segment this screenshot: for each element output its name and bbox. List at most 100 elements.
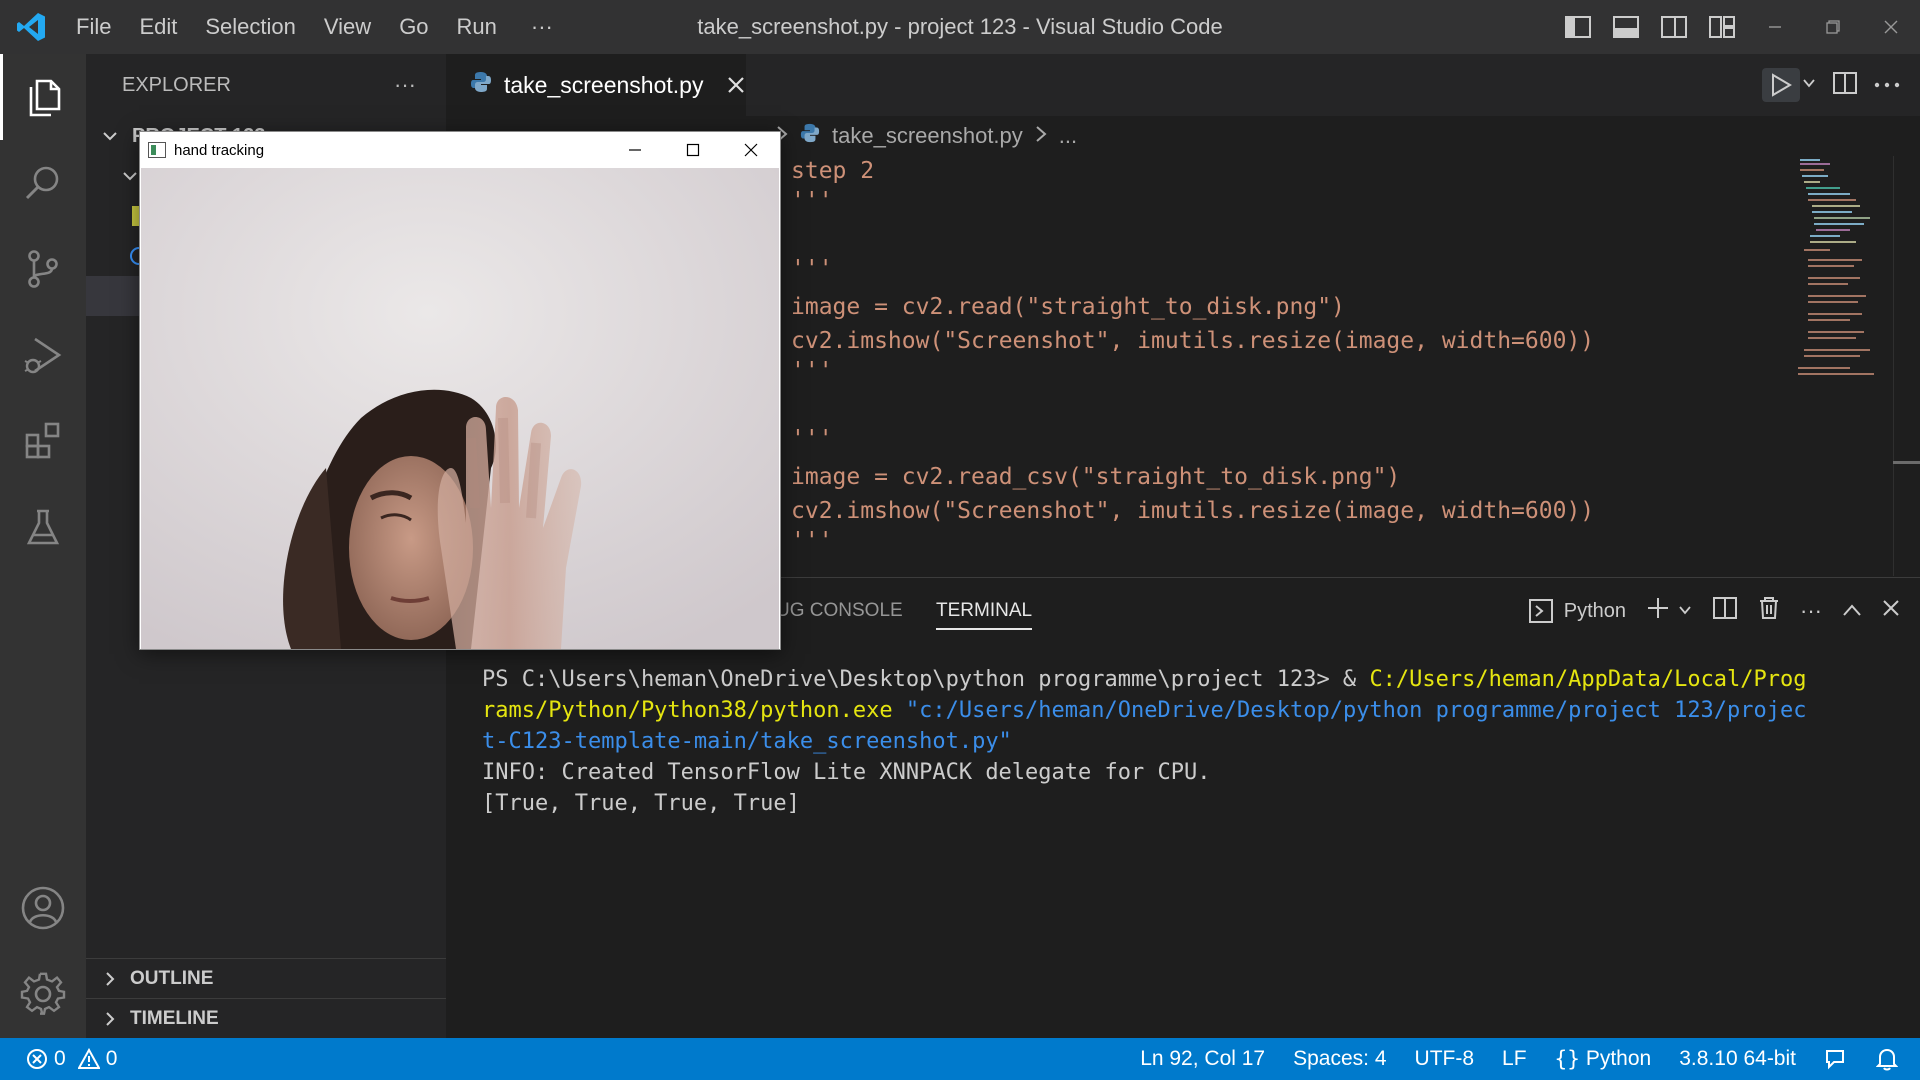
more-actions-icon[interactable] <box>1874 76 1900 94</box>
terminal-line: t-C123-template-main/take_screenshot.py" <box>482 726 1822 757</box>
source-control-icon[interactable] <box>0 226 86 312</box>
account-icon[interactable] <box>0 865 86 951</box>
minimize-window-icon[interactable] <box>606 132 664 168</box>
search-icon[interactable] <box>0 140 86 226</box>
terminal-profile-label: Python <box>1563 599 1627 622</box>
breadcrumb-symbols[interactable]: ... <box>1059 123 1077 149</box>
new-terminal-icon[interactable] <box>1646 596 1670 626</box>
code-line: image = cv2.read_csv("straight_to_disk.p… <box>791 464 1401 490</box>
hand-tracking-window[interactable]: hand tracking <box>139 131 781 650</box>
maximize-window-icon[interactable] <box>664 132 722 168</box>
python-file-icon <box>800 123 820 149</box>
status-bar: 0 0 Ln 92, Col 17 Spaces: 4 UTF-8 LF {} … <box>0 1038 1920 1080</box>
feedback-icon[interactable] <box>1810 1038 1862 1080</box>
close-panel-icon[interactable] <box>1882 599 1900 623</box>
menu-file[interactable]: File <box>62 0 125 54</box>
vscode-logo-icon <box>0 0 62 54</box>
minimap[interactable] <box>1790 156 1900 576</box>
maximize-panel-icon[interactable] <box>1842 600 1862 623</box>
menu-selection[interactable]: Selection <box>191 0 310 54</box>
explorer-title: EXPLORER <box>122 73 231 96</box>
outline-label: OUTLINE <box>130 967 214 989</box>
code-line: ''' <box>791 188 833 214</box>
explorer-icon[interactable] <box>0 54 86 140</box>
restore-window-icon[interactable] <box>1804 0 1862 54</box>
explorer-header: EXPLORER ··· <box>86 54 446 116</box>
indentation-status[interactable]: Spaces: 4 <box>1279 1038 1400 1080</box>
chevron-down-icon[interactable] <box>1678 600 1692 623</box>
minimize-window-icon[interactable] <box>1746 0 1804 54</box>
active-tab-indicator <box>936 628 1033 630</box>
editor-actions <box>1762 54 1900 116</box>
menu-more[interactable]: ··· <box>511 0 567 54</box>
code-line: cv2.imshow("Screenshot", imutils.resize(… <box>791 328 1595 354</box>
code-line: ''' <box>791 426 833 452</box>
terminal-arg-path: "c:/Users/heman/OneDrive/Desktop/python … <box>892 698 1807 723</box>
menu-edit[interactable]: Edit <box>125 0 191 54</box>
chevron-down-icon <box>96 128 124 144</box>
split-editor-icon[interactable] <box>1832 71 1858 100</box>
extensions-icon[interactable] <box>0 398 86 484</box>
window-app-icon <box>148 142 166 158</box>
close-tab-icon[interactable] <box>727 70 745 101</box>
panel-actions: Python ··· <box>1528 578 1900 644</box>
explorer-more-button[interactable]: ··· <box>394 72 416 98</box>
python-file-icon <box>470 71 492 99</box>
error-icon <box>27 1049 47 1069</box>
eol-status[interactable]: LF <box>1488 1038 1541 1080</box>
timeline-section[interactable]: TIMELINE <box>86 998 446 1038</box>
editor-scrollbar[interactable] <box>1893 156 1920 576</box>
problems-status[interactable]: 0 0 <box>0 1038 131 1080</box>
code-line: ''' <box>791 256 833 282</box>
tab-debug-console[interactable]: UG CONSOLE <box>776 578 903 644</box>
terminal-exe-path: rams/Python/Python38/python.exe <box>482 698 893 723</box>
language-mode-status[interactable]: {} Python <box>1541 1038 1666 1080</box>
terminal-info-line: INFO: Created TensorFlow Lite XNNPACK de… <box>482 760 1211 785</box>
tab-terminal[interactable]: TERMINAL <box>936 578 1033 644</box>
close-window-icon[interactable] <box>1862 0 1920 54</box>
menu-view[interactable]: View <box>310 0 385 54</box>
chevron-down-icon[interactable] <box>1802 76 1816 95</box>
breadcrumb-file[interactable]: take_screenshot.py <box>832 123 1023 149</box>
terminal-line: rams/Python/Python38/python.exe "c:/User… <box>482 695 1822 726</box>
terminal-profile[interactable]: Python <box>1528 598 1626 624</box>
settings-gear-icon[interactable] <box>0 951 86 1037</box>
toggle-primary-sidebar-icon[interactable] <box>1554 0 1602 54</box>
code-line: ''' <box>791 358 833 384</box>
close-window-icon[interactable] <box>722 132 780 168</box>
split-terminal-icon[interactable] <box>1712 596 1738 626</box>
toggle-secondary-sidebar-icon[interactable] <box>1650 0 1698 54</box>
menu-go[interactable]: Go <box>385 0 442 54</box>
scrollbar-thumb[interactable] <box>1893 461 1920 464</box>
code-line: step 2 <box>791 158 875 184</box>
run-debug-icon[interactable] <box>0 312 86 398</box>
tab-take-screenshot[interactable]: take_screenshot.py <box>446 54 746 116</box>
notifications-bell-icon[interactable] <box>1862 1038 1920 1080</box>
terminal-exe-path: C:/Users/heman/AppData/Local/Prog <box>1369 667 1807 692</box>
toggle-panel-icon[interactable] <box>1602 0 1650 54</box>
menu-run[interactable]: Run <box>443 0 511 54</box>
error-count: 0 <box>54 1047 66 1070</box>
terminal-output[interactable]: PS C:\Users\heman\OneDrive\Desktop\pytho… <box>482 664 1822 819</box>
terminal-result-line: [True, True, True, True] <box>482 791 800 816</box>
encoding-status[interactable]: UTF-8 <box>1401 1038 1489 1080</box>
webcam-feed-image <box>141 168 779 649</box>
cursor-position-status[interactable]: Ln 92, Col 17 <box>1126 1038 1279 1080</box>
menu-bar: File Edit Selection View Go Run ··· <box>62 0 567 54</box>
testing-icon[interactable] <box>0 484 86 570</box>
python-interpreter-status[interactable]: 3.8.10 64-bit <box>1665 1038 1810 1080</box>
activity-bar <box>0 54 86 1038</box>
terminal-prompt: PS C:\Users\heman\OneDrive\Desktop\pytho… <box>482 667 1370 692</box>
hand-tracking-titlebar[interactable]: hand tracking <box>140 132 780 168</box>
tab-label: take_screenshot.py <box>504 71 704 98</box>
chevron-right-icon <box>1035 123 1047 149</box>
panel-more-button[interactable]: ··· <box>1800 598 1822 624</box>
terminal-line: PS C:\Users\heman\OneDrive\Desktop\pytho… <box>482 664 1822 695</box>
customize-layout-icon[interactable] <box>1698 0 1746 54</box>
run-python-file-icon[interactable] <box>1762 68 1800 102</box>
trash-icon[interactable] <box>1758 596 1780 626</box>
chevron-right-icon <box>96 1011 124 1027</box>
outline-section[interactable]: OUTLINE <box>86 958 446 998</box>
warning-icon <box>77 1048 100 1069</box>
hand-tracking-title: hand tracking <box>174 141 265 159</box>
